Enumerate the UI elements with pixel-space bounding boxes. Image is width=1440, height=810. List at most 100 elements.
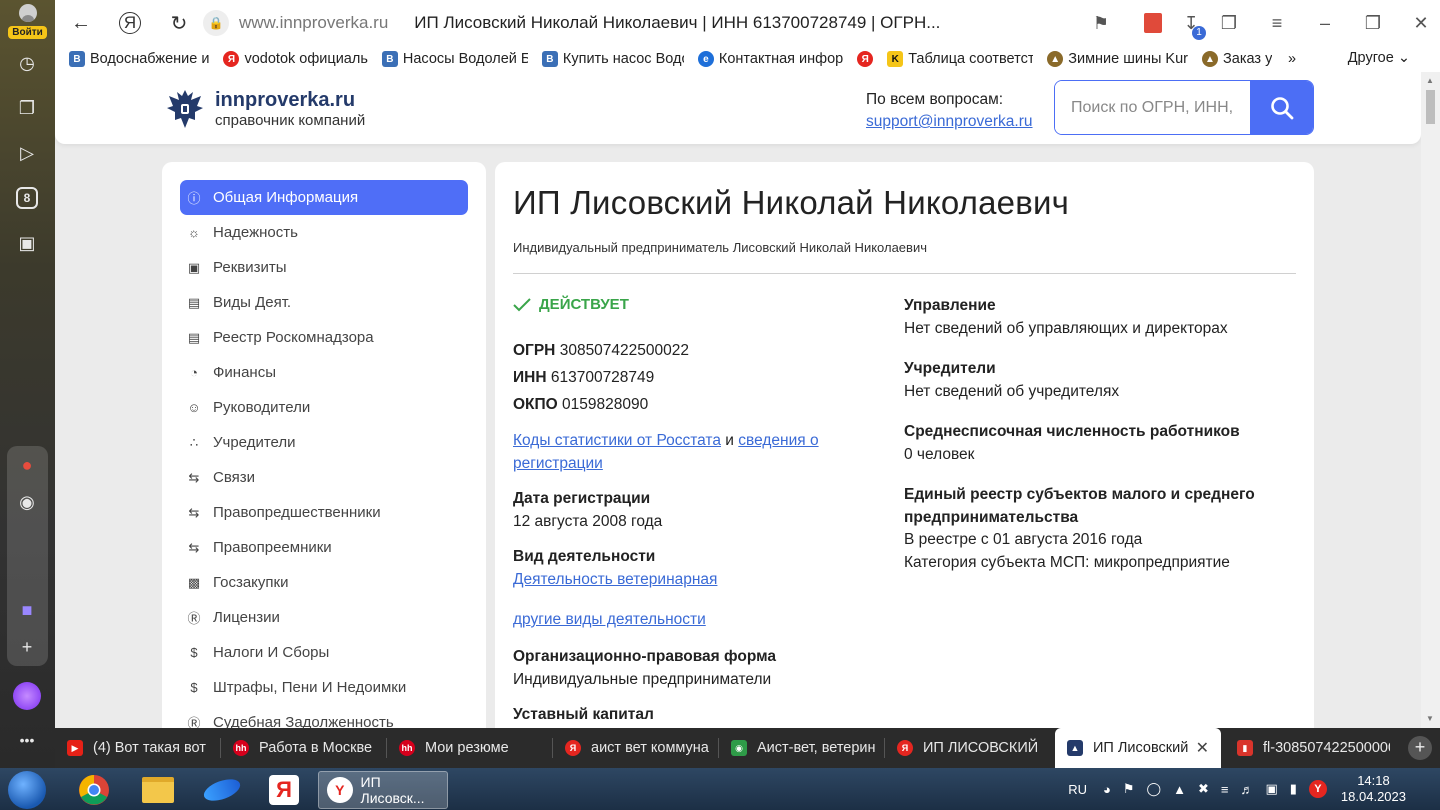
lang-indicator[interactable]: RU (1068, 782, 1087, 797)
nav-item-managers[interactable]: ☺ Руководители (180, 390, 468, 425)
nav-item-links[interactable]: ⇆ Связи (180, 460, 468, 495)
bookmark-item[interactable]: Яvodotok официаль (223, 51, 368, 67)
other-activities-link[interactable]: другие виды деятельности (513, 611, 706, 628)
close-window-button[interactable]: ✕ (1402, 0, 1440, 46)
browser-tab[interactable]: ▶ (4) Вот такая вот (55, 728, 221, 768)
add-panel-icon[interactable]: + (14, 634, 40, 660)
explorer-icon[interactable] (130, 771, 186, 809)
tray-gauge-icon[interactable]: ◕ (1103, 782, 1111, 797)
tray-wifi-icon[interactable]: ≡ (1221, 782, 1229, 797)
lock-icon[interactable]: 🔒 (203, 10, 229, 36)
camera-icon[interactable]: ◉ (14, 489, 40, 515)
bookmark-item[interactable]: ▲ Заказ у (1202, 51, 1272, 67)
registration-info-link-cont[interactable]: регистрации (513, 455, 603, 472)
bookmark-item[interactable]: K Таблица соответст (887, 51, 1033, 67)
yandex-home-button[interactable]: Я (119, 12, 141, 34)
browser-tab[interactable]: Яаист вет коммуна (553, 728, 719, 768)
menu-icon[interactable]: ≡ (1258, 0, 1296, 46)
nav-item-reliability[interactable]: ☼ Надежность (180, 215, 468, 250)
nav-item-finance[interactable]: ◔ Финансы (180, 355, 468, 390)
nav-item-fines[interactable]: $ Штрафы, Пени И Недоимки (180, 670, 468, 705)
tray-battery-icon[interactable]: ▮ (1290, 781, 1297, 797)
stat-codes-link[interactable]: Коды статистики от Росстата (513, 432, 721, 449)
tray-tools-icon[interactable]: ✖ (1198, 781, 1209, 797)
pdf-extension-icon[interactable] (1134, 0, 1172, 46)
activity-link[interactable]: Деятельность ветеринарная (513, 569, 717, 592)
scroll-thumb[interactable] (1426, 90, 1435, 124)
status-badge: ДЕЙСТВУЕТ (513, 296, 629, 313)
close-tab-icon[interactable]: ✕ (1196, 738, 1209, 758)
nav-item-founders[interactable]: ∴ Учредители (180, 425, 468, 460)
login-button[interactable]: Войти (7, 4, 48, 40)
reload-button[interactable]: ↻ (161, 5, 197, 41)
taskbar-active-window[interactable]: Y ИП Лисовск... (318, 771, 448, 809)
volume-icon[interactable]: ♬ (1240, 782, 1253, 797)
tray-yandex-icon[interactable]: Y (1308, 780, 1327, 798)
collections-icon[interactable]: ❐ (14, 95, 40, 121)
nav-item-roskomnadzor[interactable]: ▤ Реестр Роскомнадзора (180, 320, 468, 355)
clock[interactable]: 14:18 18.04.2023 (1341, 773, 1406, 805)
tray-network-icon[interactable]: ▲ (1173, 782, 1186, 797)
bookmark-item[interactable]: B Насосы Водолей Б (381, 51, 528, 67)
browser-tab-active[interactable]: ▲ ИП Лисовский ✕ (1055, 728, 1221, 768)
site-logo[interactable]: innproverka.ru справочник компаний (165, 86, 365, 132)
bookmark-item[interactable]: ▲ Зимние шины Kur (1047, 51, 1188, 67)
company-card: ИП Лисовский Николай Николаевич Индивиду… (495, 162, 1314, 728)
stat-codes-block: Коды статистики от Росстата и сведения о… (513, 432, 819, 472)
browser-app-icon[interactable] (194, 771, 250, 809)
support-email-link[interactable]: support@innproverka.ru (866, 113, 1033, 130)
nav-item-activities[interactable]: ▤ Виды Деят. (180, 285, 468, 320)
map-pin-icon[interactable]: ● (14, 452, 40, 478)
scroll-down-icon[interactable]: ▼ (1426, 714, 1434, 723)
tray-flag-icon[interactable]: ⚑ (1123, 781, 1135, 797)
yandex-app-icon[interactable]: Я (256, 771, 312, 809)
registration-info-link[interactable]: сведения о (738, 432, 818, 449)
address-bar[interactable]: 🔒 www.innproverka.ru ИП Лисовский Никола… (203, 8, 940, 38)
tray-app-icon[interactable]: ◯ (1147, 781, 1162, 797)
alice-icon[interactable] (13, 682, 41, 710)
search-button[interactable] (1250, 81, 1313, 134)
downloads-icon[interactable]: ↧ 1 (1172, 0, 1210, 46)
nav-item-requisites[interactable]: ▣ Реквизиты (180, 250, 468, 285)
minimize-button[interactable]: – (1306, 0, 1344, 46)
bookmark-icon[interactable]: ⚑ (1082, 0, 1120, 46)
k-icon: K (887, 51, 904, 67)
bookmarks-overflow-icon[interactable]: » (1288, 51, 1296, 67)
history-icon[interactable]: ◷ (14, 50, 40, 76)
new-tab-button[interactable]: + (1408, 736, 1432, 760)
nav-item-predecessors[interactable]: ⇆ Правопредшественники (180, 495, 468, 530)
screenshot-icon[interactable]: ▣ (14, 230, 40, 256)
bookmark-item[interactable]: Я (857, 51, 874, 67)
tray-monitor-icon[interactable]: ▣ (1265, 781, 1277, 797)
browser-tab[interactable]: hh Работа в Москве (221, 728, 387, 768)
search-input[interactable] (1055, 81, 1250, 134)
bookmark-item[interactable]: B Купить насос Водо (541, 51, 684, 67)
yandex-icon: Я (565, 740, 581, 756)
nav-item-licenses[interactable]: Ⓡ Лицензии (180, 600, 468, 635)
nav-item-successors[interactable]: ⇆ Правопреемники (180, 530, 468, 565)
browser-tab[interactable]: ▮ fl-308507422500000 (1225, 728, 1390, 768)
browser-tab[interactable]: hh Мои резюме (387, 728, 553, 768)
nav-item-court-debt[interactable]: Ⓡ Судебная Задолженность (180, 705, 468, 728)
bookmark-item[interactable]: B Водоснабжение и (69, 51, 209, 67)
bookmark-item[interactable]: e Контактная инфор (697, 51, 843, 67)
browser-tab[interactable]: ◉ Аист-вет, ветерин (719, 728, 885, 768)
scroll-up-icon[interactable]: ▲ (1426, 76, 1434, 85)
tab-count-icon[interactable]: 8 (16, 187, 38, 209)
nav-item-general-info[interactable]: ⓘ Общая Информация (180, 180, 468, 215)
browser-tab[interactable]: Я ИП ЛИСОВСКИЙ (885, 728, 1053, 768)
back-button[interactable]: ← (63, 5, 99, 41)
activity-block: Вид деятельности Деятельность ветеринарн… (513, 546, 717, 591)
bookmarks-other[interactable]: Другое ⌄ (1348, 50, 1410, 66)
nav-item-procurement[interactable]: ▩ Госзакупки (180, 565, 468, 600)
collections-toolbar-icon[interactable]: ❐ (1210, 0, 1248, 46)
opf-value: Индивидуальные предприниматели (513, 670, 772, 688)
page-scrollbar[interactable]: ▲ ▼ (1421, 72, 1440, 728)
more-icon[interactable]: ••• (14, 727, 40, 753)
messenger-icon[interactable]: ■ (14, 597, 40, 623)
windows-start-button[interactable] (8, 771, 46, 809)
video-play-icon[interactable]: ▷ (14, 140, 40, 166)
restore-button[interactable]: ❐ (1354, 0, 1392, 46)
nav-item-taxes[interactable]: $ Налоги И Сборы (180, 635, 468, 670)
chrome-icon[interactable] (66, 771, 122, 809)
